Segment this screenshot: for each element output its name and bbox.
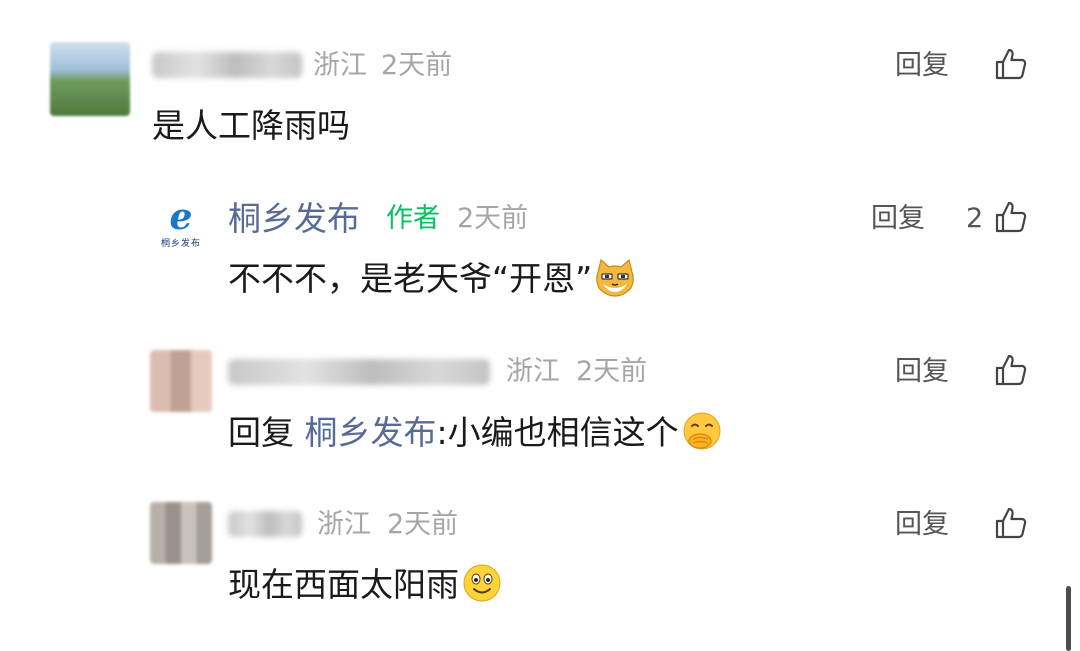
author-badge: 作者	[386, 203, 440, 234]
comment-location: 浙江	[317, 509, 371, 540]
comment-content: 不不不，是老天爷“开恩”	[228, 257, 636, 301]
author-avatar[interactable]: e 桐乡发布	[150, 193, 212, 255]
thumbs-up-icon[interactable]	[994, 506, 1028, 540]
comment-time: 2天前	[381, 50, 453, 81]
author-logo-icon: e	[165, 195, 193, 238]
comment-text: 现在西面太阳雨	[228, 565, 459, 604]
cat-face-emoji	[596, 258, 635, 297]
commenter-avatar[interactable]	[50, 42, 130, 116]
comment-text: 不不不，是老天爷“开恩”	[228, 259, 593, 298]
reply-prefix: 回复	[228, 413, 294, 452]
comment-text: :小编也相信这个	[436, 413, 679, 452]
comment-location: 浙江	[313, 50, 367, 81]
commenter-name-blurred[interactable]	[228, 511, 302, 537]
reply-to-author[interactable]: 桐乡发布	[305, 413, 437, 452]
comment-content: 回复 桐乡发布:小编也相信这个	[228, 410, 723, 455]
thumbs-up-icon[interactable]	[994, 200, 1028, 234]
thumbs-up-icon[interactable]	[994, 353, 1028, 387]
thumbs-up-icon[interactable]	[994, 47, 1028, 81]
commenter-name-blurred[interactable]	[228, 359, 490, 385]
comment-time: 2天前	[576, 356, 648, 387]
commenter-avatar[interactable]	[150, 502, 212, 564]
comment-time: 2天前	[387, 509, 459, 540]
reply-button[interactable]: 回复	[895, 352, 949, 392]
comment-content: 是人工降雨吗	[152, 106, 350, 145]
scrollbar[interactable]	[1066, 586, 1071, 651]
commenter-avatar[interactable]	[150, 350, 212, 412]
thinking-hand-emoji	[683, 412, 721, 450]
like-count: 2	[966, 203, 984, 234]
reply-button[interactable]: 回复	[895, 46, 949, 86]
comment-time: 2天前	[457, 203, 529, 234]
reply-button[interactable]: 回复	[871, 199, 925, 239]
commenter-name-blurred[interactable]	[152, 52, 302, 78]
author-name[interactable]: 桐乡发布	[228, 199, 360, 239]
smiling-face-emoji	[463, 564, 501, 602]
reply-button[interactable]: 回复	[895, 505, 949, 545]
comment-location: 浙江	[506, 356, 560, 387]
comment-content: 现在西面太阳雨	[228, 562, 503, 607]
